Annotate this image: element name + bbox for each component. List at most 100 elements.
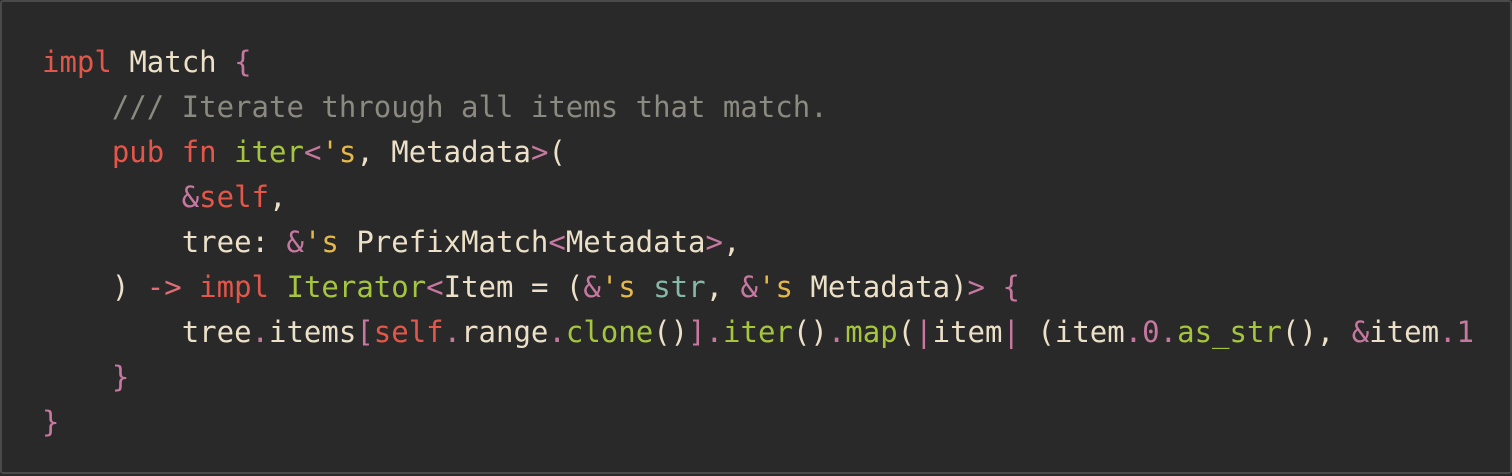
code-token: item bbox=[1054, 315, 1125, 349]
code-token: iter bbox=[234, 135, 304, 169]
code-token: . bbox=[1439, 315, 1457, 349]
code-token: < bbox=[426, 270, 444, 304]
code-token: impl bbox=[199, 270, 270, 304]
code-token: { bbox=[234, 45, 252, 79]
code-token: . bbox=[443, 315, 462, 349]
code-token: & bbox=[286, 225, 304, 259]
code-line: impl Match { bbox=[42, 40, 1510, 85]
code-token: 1 bbox=[1456, 315, 1474, 349]
code-token: () bbox=[653, 315, 689, 349]
code-token: Metadata bbox=[810, 270, 951, 304]
code-token: () bbox=[1281, 315, 1317, 349]
code-token: impl bbox=[42, 45, 112, 79]
code-token: , bbox=[1316, 315, 1352, 349]
code-token: -> bbox=[146, 270, 182, 304]
code-line: } bbox=[42, 400, 1510, 445]
code-line: &self, bbox=[42, 175, 1510, 220]
code-token: ] bbox=[688, 315, 706, 349]
code-token: : bbox=[251, 225, 287, 259]
code-token: & bbox=[1351, 315, 1370, 349]
code-line: ) -> impl Iterator<Item = (&'s str, &'s … bbox=[42, 265, 1510, 310]
code-token: self bbox=[199, 180, 269, 214]
code-token: . bbox=[1124, 315, 1143, 349]
code-token: tree bbox=[181, 225, 252, 259]
code-token: Iterator bbox=[286, 270, 427, 304]
code-line: } bbox=[42, 355, 1510, 400]
code-token: < bbox=[548, 225, 566, 259]
code-token: 's bbox=[303, 225, 339, 259]
code-token: clone bbox=[565, 315, 654, 349]
code-token: self bbox=[373, 315, 444, 349]
code-token: 's bbox=[600, 270, 636, 304]
code-token: . bbox=[548, 315, 566, 349]
code-token: 0 bbox=[1142, 315, 1160, 349]
code-token: pub bbox=[111, 135, 165, 169]
code-token: Match bbox=[129, 45, 217, 79]
code-token: { bbox=[1002, 270, 1020, 304]
code-content: impl Match { /// Iterate through all ite… bbox=[42, 40, 1510, 445]
code-token: ( bbox=[897, 315, 916, 349]
code-block: impl Match { /// Iterate through all ite… bbox=[0, 0, 1512, 474]
code-token: ) bbox=[111, 270, 130, 304]
code-token: Item bbox=[443, 270, 514, 304]
code-token: PrefixMatch bbox=[356, 225, 549, 259]
code-token: = bbox=[513, 270, 566, 304]
code-token: & bbox=[181, 180, 200, 214]
code-token: } bbox=[42, 405, 60, 439]
code-token: () bbox=[792, 315, 828, 349]
code-token: & bbox=[740, 270, 758, 304]
code-token: ( bbox=[548, 135, 566, 169]
code-token: [ bbox=[356, 315, 374, 349]
code-token: . bbox=[251, 315, 269, 349]
code-token: . bbox=[1159, 315, 1178, 349]
code-token: items bbox=[269, 315, 357, 349]
code-token: ( bbox=[565, 270, 584, 304]
code-token: > bbox=[967, 270, 985, 304]
code-token: & bbox=[583, 270, 601, 304]
code-token: as_str bbox=[1177, 315, 1282, 349]
code-line: /// Iterate through all items that match… bbox=[42, 85, 1510, 130]
code-token: , bbox=[723, 225, 741, 259]
code-line: pub fn iter<'s, Metadata>( bbox=[42, 130, 1510, 175]
code-token: < bbox=[303, 135, 322, 169]
code-token: range bbox=[461, 315, 549, 349]
code-token: item bbox=[1369, 315, 1440, 349]
code-token: , bbox=[705, 270, 741, 304]
code-token: str bbox=[653, 270, 706, 304]
code-token: iter bbox=[723, 315, 793, 349]
code-token: map bbox=[845, 315, 898, 349]
code-token: . bbox=[705, 315, 724, 349]
code-token: | bbox=[1002, 315, 1020, 349]
code-line: tree.items[self.range.clone()].iter().ma… bbox=[42, 310, 1510, 355]
code-token: > bbox=[530, 135, 549, 169]
code-token: 's bbox=[757, 270, 793, 304]
code-token: ) bbox=[950, 270, 968, 304]
code-token: , bbox=[269, 180, 287, 214]
code-token: ( bbox=[1037, 315, 1055, 349]
code-token: | bbox=[915, 315, 933, 349]
code-token: Metadata bbox=[565, 225, 706, 259]
code-token: /// Iterate through all items that match… bbox=[111, 90, 828, 124]
code-token: . bbox=[827, 315, 846, 349]
code-token: } bbox=[111, 360, 130, 394]
code-token: , bbox=[356, 135, 392, 169]
code-token: item bbox=[932, 315, 1003, 349]
